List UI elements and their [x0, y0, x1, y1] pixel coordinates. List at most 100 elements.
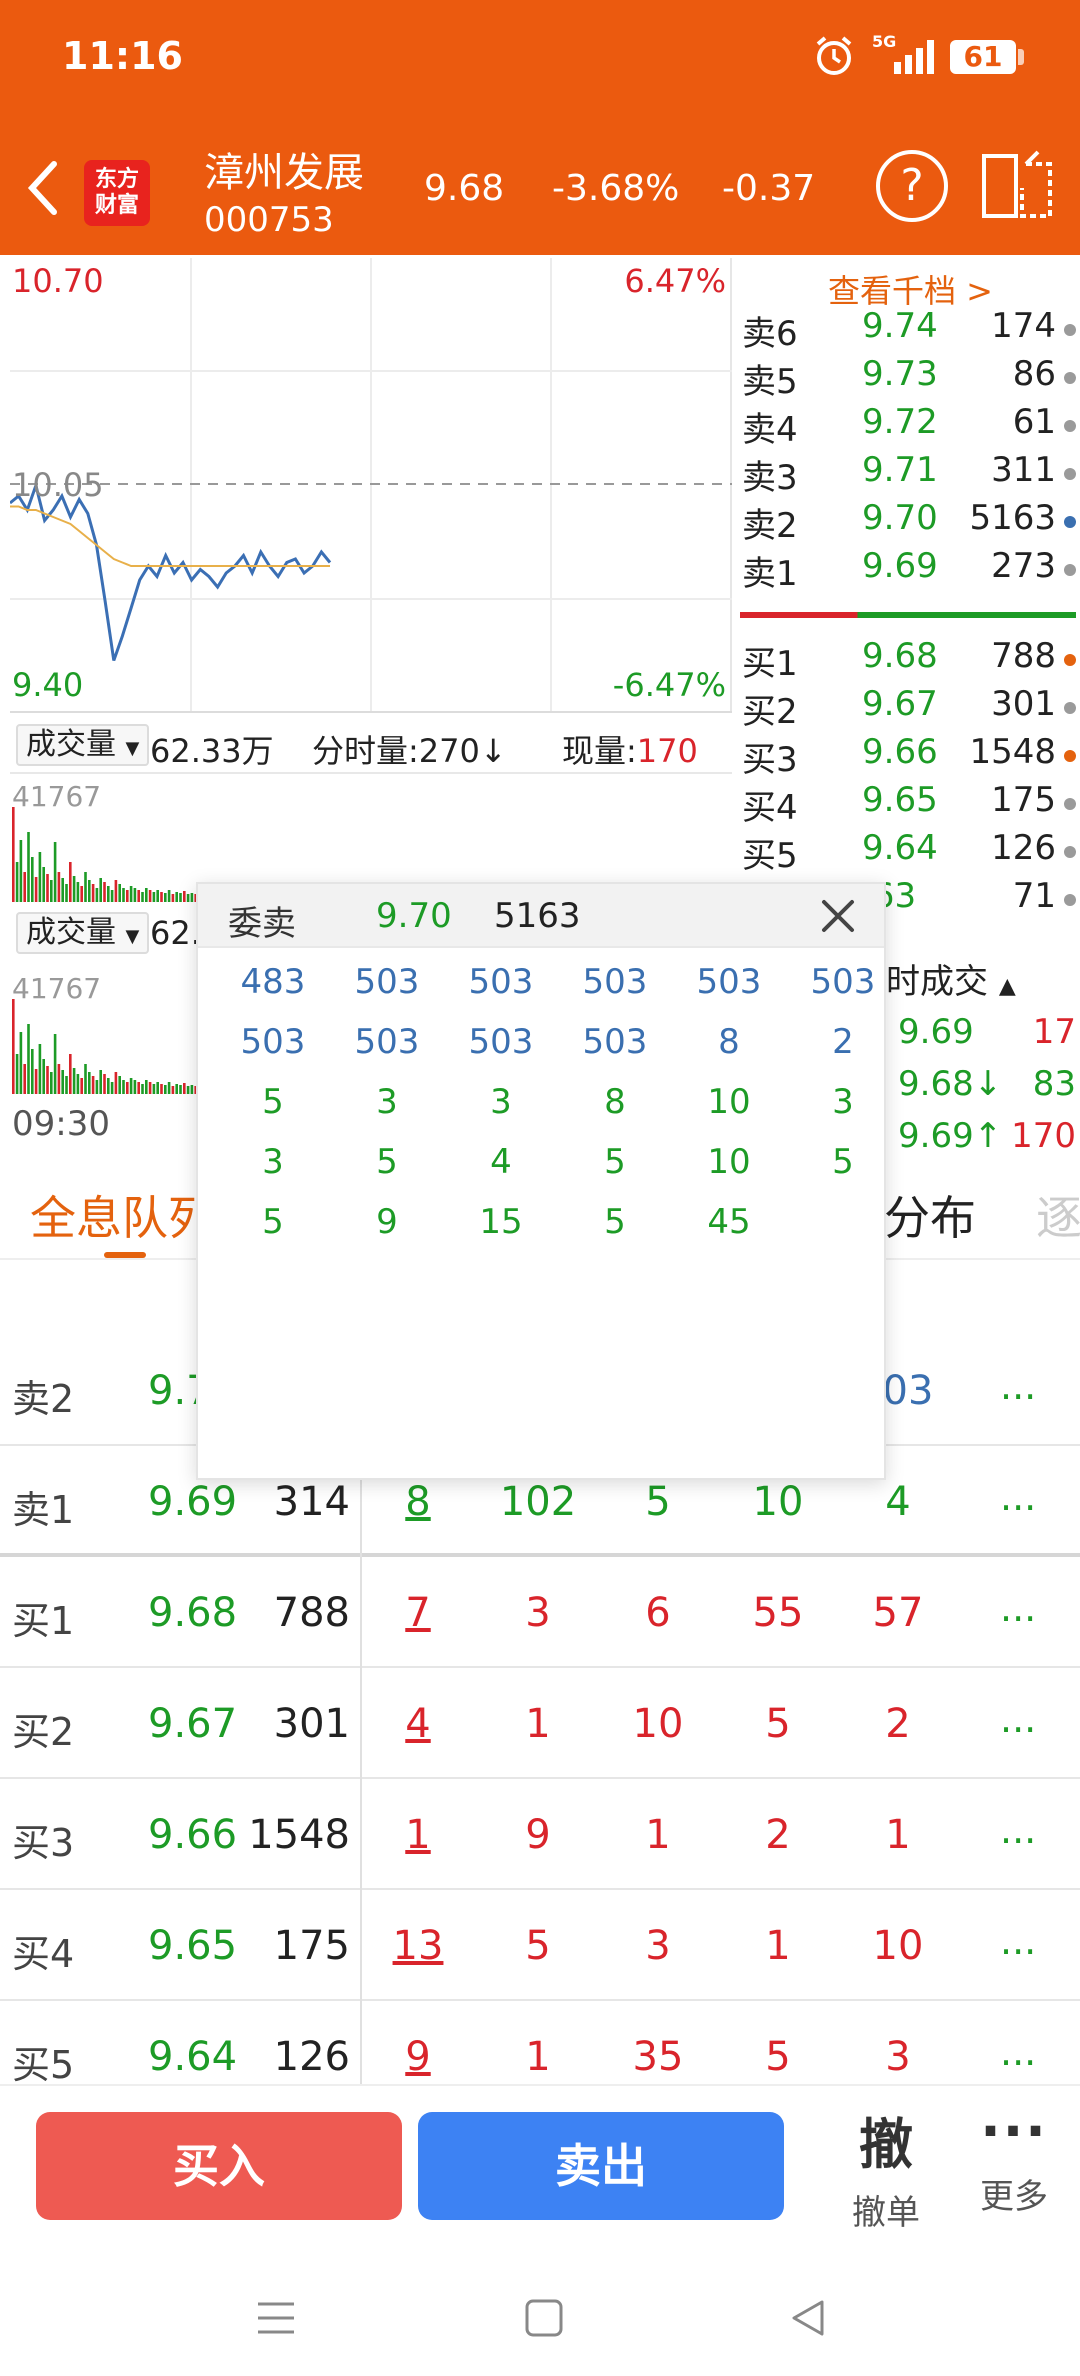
- popup-order-size: 9: [376, 1202, 398, 1242]
- queue-order-size[interactable]: 2: [838, 1701, 958, 1747]
- more-dots-icon: ···: [980, 2100, 1048, 2163]
- queue-more-link[interactable]: ...: [1000, 1586, 1036, 1630]
- queue-more-link[interactable]: ...: [1000, 2030, 1036, 2074]
- queue-order-size[interactable]: 10: [838, 1923, 958, 1969]
- queue-more-link[interactable]: ...: [1000, 1697, 1036, 1741]
- queue-more-link[interactable]: ...: [1000, 1808, 1036, 1852]
- ask-level-row[interactable]: 卖2 9.70 5163: [736, 498, 1080, 546]
- bid-level-row[interactable]: 买1 9.68 788: [736, 636, 1080, 684]
- level-price: 9.70: [862, 498, 938, 538]
- queue-order-size[interactable]: 13: [358, 1923, 478, 1969]
- volume-bar: [15, 862, 19, 902]
- home-icon[interactable]: [524, 2298, 564, 2338]
- ask-level-row[interactable]: 卖5 9.73 86: [736, 354, 1080, 402]
- queue-order-size[interactable]: 55: [718, 1590, 838, 1636]
- tab-full-queue[interactable]: 全息队列: [30, 1182, 214, 1248]
- queue-volume: 788: [273, 1590, 350, 1636]
- queue-order-size[interactable]: 3: [838, 2034, 958, 2080]
- queue-order-size[interactable]: 4: [358, 1701, 478, 1747]
- tick-vol: 170: [1011, 1116, 1076, 1156]
- queue-volume: 314: [273, 1479, 350, 1525]
- queue-order-size[interactable]: 3: [478, 1590, 598, 1636]
- bid-level-row[interactable]: 买5 9.64 126: [736, 828, 1080, 876]
- volume-bar: [34, 1069, 38, 1094]
- volume-bar: [12, 999, 15, 1094]
- queue-order-size[interactable]: 1: [478, 2034, 598, 2080]
- queue-row[interactable]: 买4 9.65 175 13 5 3 1 10...: [0, 1891, 1080, 2001]
- volume-summary: 成交量 ▼ 62.33万 分时量:270↓ 现量:170: [10, 716, 732, 774]
- sell-button[interactable]: 卖出: [418, 2112, 784, 2220]
- close-icon[interactable]: [818, 896, 858, 936]
- volume-bar: [95, 1080, 99, 1094]
- queue-order-size[interactable]: 5: [478, 1923, 598, 1969]
- volume-bar: [114, 1072, 118, 1094]
- ask-level-row[interactable]: 卖6 9.74 174: [736, 306, 1080, 354]
- more-button[interactable]: ··· 更多: [964, 2100, 1064, 2218]
- queue-order-size[interactable]: 4: [838, 1479, 958, 1525]
- queue-order-size[interactable]: 1: [478, 1701, 598, 1747]
- volume-bar: [31, 1049, 34, 1094]
- queue-order-size[interactable]: 1: [358, 1812, 478, 1858]
- popup-order-size: 15: [479, 1202, 523, 1242]
- volume-bar: [152, 1084, 156, 1094]
- queue-row[interactable]: 买3 9.66 1548 1 9 1 2 1...: [0, 1780, 1080, 1890]
- level-volume: 1548: [969, 732, 1056, 772]
- volume-bar: [76, 1074, 80, 1094]
- popup-header: 委卖 9.70 5163: [198, 884, 884, 948]
- queue-order-size[interactable]: 1: [838, 1812, 958, 1858]
- tab-distribution[interactable]: 分布: [884, 1182, 976, 1248]
- queue-order-size[interactable]: 35: [598, 2034, 718, 2080]
- volume-bar: [171, 894, 175, 902]
- ask-level-row[interactable]: 卖3 9.71 311: [736, 450, 1080, 498]
- split-screen-icon[interactable]: [980, 150, 1056, 222]
- queue-order-size[interactable]: 5: [718, 2034, 838, 2080]
- back-nav-icon[interactable]: [788, 2298, 828, 2338]
- popup-title: 委卖: [228, 904, 296, 944]
- cancel-order-button[interactable]: 撤 撤单: [836, 2100, 936, 2234]
- bid-level-row[interactable]: 买2 9.67 301: [736, 684, 1080, 732]
- tab-tick-by-tick[interactable]: 逐: [1036, 1182, 1080, 1248]
- queue-order-size[interactable]: 1: [598, 1812, 718, 1858]
- queue-order-size[interactable]: 10: [598, 1701, 718, 1747]
- volume-dropdown-2[interactable]: 成交量 ▼: [16, 912, 150, 954]
- queue-order-size[interactable]: 9: [358, 2034, 478, 2080]
- volume-dropdown[interactable]: 成交量 ▼: [16, 724, 150, 766]
- queue-more-link[interactable]: ...: [1000, 1475, 1036, 1519]
- queue-more-link[interactable]: ...: [1000, 1919, 1036, 1963]
- volume-bar: [61, 878, 64, 902]
- bid-level-row[interactable]: 买4 9.65 175: [736, 780, 1080, 828]
- level-price: 9.72: [862, 402, 938, 442]
- ask-level-row[interactable]: 卖4 9.72 61: [736, 402, 1080, 450]
- buy-button[interactable]: 买入: [36, 2112, 402, 2220]
- queue-order-size[interactable]: 2: [718, 1812, 838, 1858]
- menu-icon[interactable]: [256, 2300, 296, 2336]
- queue-order-size[interactable]: 5: [718, 1701, 838, 1747]
- back-arrow-icon[interactable]: [22, 158, 62, 218]
- queue-row[interactable]: 买1 9.68 788 7 3 6 55 57...: [0, 1558, 1080, 1668]
- queue-row[interactable]: 买2 9.67 301 4 1 10 5 2...: [0, 1669, 1080, 1779]
- queue-order-size[interactable]: 8: [358, 1479, 478, 1525]
- volume-bar: [103, 882, 106, 902]
- level-marker-icon: [1064, 846, 1076, 858]
- queue-order-size[interactable]: 9: [478, 1812, 598, 1858]
- queue-order-size[interactable]: 10: [718, 1479, 838, 1525]
- queue-order-size[interactable]: 102: [478, 1479, 598, 1525]
- volume-bar: [118, 1076, 121, 1094]
- bid-level-row[interactable]: 买3 9.66 1548: [736, 732, 1080, 780]
- queue-order-size[interactable]: 3: [598, 1923, 718, 1969]
- queue-order-size[interactable]: 1: [718, 1923, 838, 1969]
- queue-order-size[interactable]: 7: [358, 1590, 478, 1636]
- volume-bar: [122, 888, 125, 902]
- ticks-title[interactable]: 时成交 ▲: [886, 954, 1016, 1003]
- queue-more-link[interactable]: ...: [1000, 1364, 1036, 1408]
- chart-high-pct: 6.47%: [624, 262, 726, 300]
- queue-order-size[interactable]: 6: [598, 1590, 718, 1636]
- help-icon[interactable]: ?: [876, 150, 948, 222]
- volume-bar: [190, 1085, 194, 1094]
- stock-name[interactable]: 漳州发展: [204, 140, 364, 198]
- intraday-chart[interactable]: 10.70 6.47% 10.05 9.40 -6.47%: [10, 258, 732, 713]
- queue-order-size[interactable]: 5: [598, 1479, 718, 1525]
- queue-order-size[interactable]: 57: [838, 1590, 958, 1636]
- ask-level-row[interactable]: 卖1 9.69 273: [736, 546, 1080, 594]
- tick-vol: 83: [1032, 1064, 1076, 1104]
